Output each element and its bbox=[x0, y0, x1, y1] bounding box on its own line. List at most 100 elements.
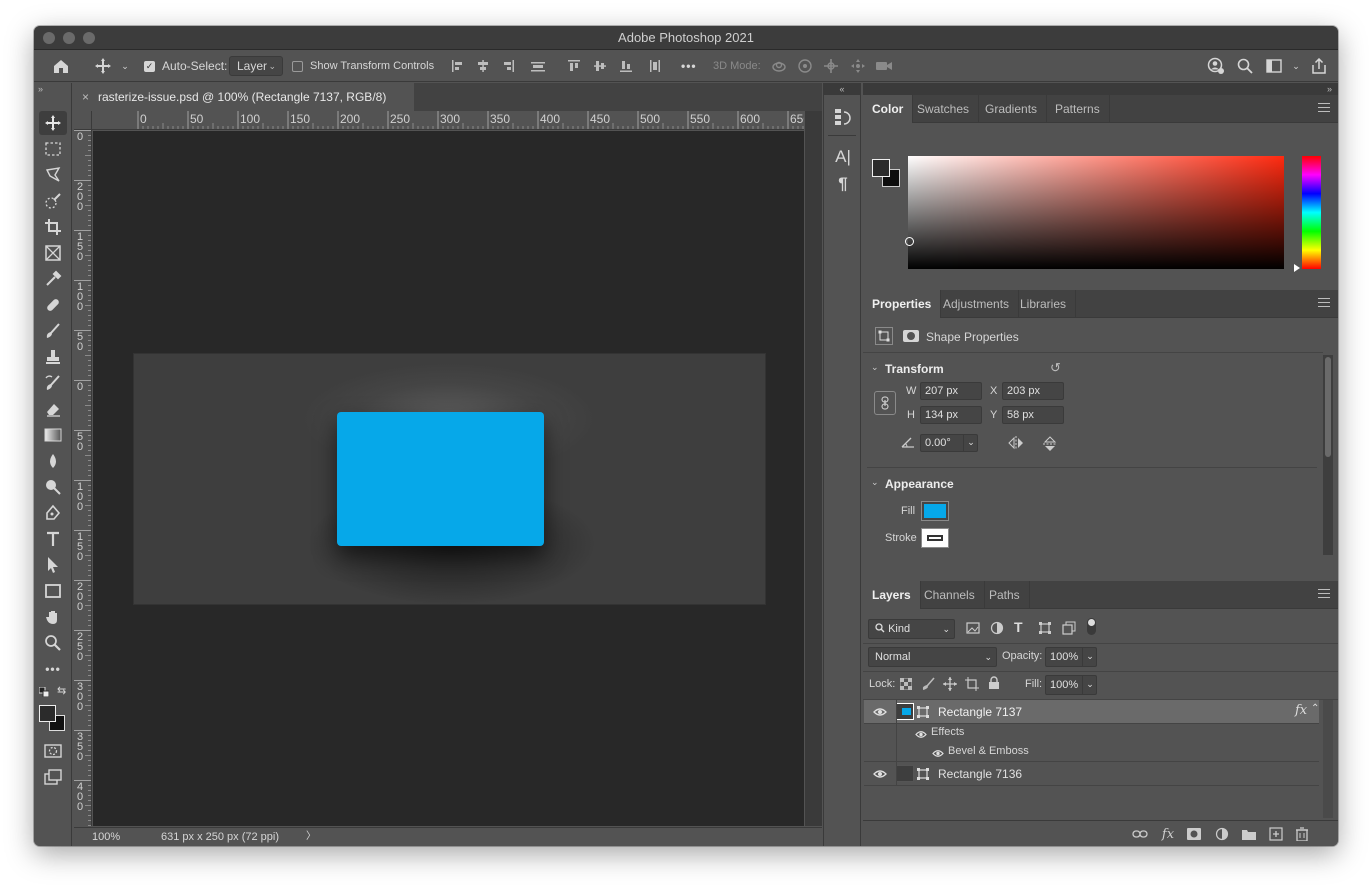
blur-tool-icon[interactable] bbox=[39, 449, 67, 473]
new-layer-icon[interactable] bbox=[1267, 825, 1285, 843]
close-document-icon[interactable]: × bbox=[82, 83, 89, 111]
show-transform-checkbox[interactable] bbox=[292, 60, 303, 72]
foreground-color-swatch[interactable] bbox=[39, 705, 56, 722]
effects-row[interactable]: Effects bbox=[864, 724, 1319, 743]
y-position-field[interactable]: 58 px bbox=[1002, 406, 1064, 424]
artboard[interactable] bbox=[134, 354, 765, 604]
paragraph-panel-icon[interactable]: ¶ bbox=[833, 174, 853, 194]
layer-fill-field[interactable]: 100% ⌄ bbox=[1045, 675, 1097, 695]
filter-type-icon[interactable]: T bbox=[1014, 619, 1023, 635]
zoom-level[interactable]: 100% bbox=[92, 828, 120, 846]
horizontal-ruler[interactable]: 0 50 100 150 200 250 300 350 400 450 500 550 600 650 bbox=[92, 111, 804, 130]
tab-gradients[interactable]: Gradients bbox=[976, 95, 1048, 123]
layer-name[interactable]: Rectangle 7136 bbox=[938, 767, 1022, 781]
flip-vertical-icon[interactable] bbox=[1043, 436, 1057, 455]
opacity-field[interactable]: 100% ⌄ bbox=[1045, 647, 1097, 667]
auto-select-checkbox[interactable]: ✓ bbox=[144, 60, 155, 72]
visibility-eye-icon[interactable] bbox=[873, 705, 887, 719]
mask-properties-icon[interactable] bbox=[903, 330, 919, 342]
path-selection-tool-icon[interactable] bbox=[39, 553, 67, 577]
frame-tool-icon[interactable] bbox=[39, 241, 67, 265]
brush-tool-icon[interactable] bbox=[39, 319, 67, 343]
layer-effects-fx-icon[interactable]: fx bbox=[1295, 703, 1307, 718]
layer-thumbnail[interactable] bbox=[896, 703, 914, 720]
workspace-icon[interactable] bbox=[1265, 57, 1283, 75]
layer-row-rectangle-7136[interactable]: Rectangle 7136 bbox=[864, 762, 1319, 786]
align-middle-icon[interactable] bbox=[591, 57, 609, 75]
color-field[interactable] bbox=[905, 156, 1284, 269]
history-panel-icon[interactable] bbox=[833, 107, 853, 127]
filter-pixel-icon[interactable] bbox=[966, 621, 980, 638]
tab-swatches[interactable]: Swatches bbox=[908, 95, 980, 123]
ruler-origin[interactable] bbox=[74, 111, 92, 130]
healing-brush-tool-icon[interactable] bbox=[39, 293, 67, 317]
layer-name[interactable]: Rectangle 7137 bbox=[938, 705, 1022, 719]
zoom-window-button[interactable] bbox=[83, 32, 95, 44]
stroke-swatch-button[interactable] bbox=[921, 528, 949, 548]
tab-color[interactable]: Color bbox=[863, 95, 914, 123]
layers-panel-menu-icon[interactable] bbox=[1318, 589, 1330, 601]
tool-preset-chevron-icon[interactable]: ⌄ bbox=[116, 57, 134, 75]
color-panel-swatches[interactable] bbox=[872, 159, 902, 189]
new-adjustment-layer-icon[interactable] bbox=[1213, 825, 1231, 843]
align-right-icon[interactable] bbox=[499, 57, 517, 75]
transform-header[interactable]: Transform bbox=[885, 362, 944, 376]
collapse-dock-icon[interactable]: « bbox=[824, 83, 860, 95]
more-options-button[interactable]: ••• bbox=[681, 50, 697, 82]
filter-adjustment-icon[interactable] bbox=[990, 621, 1004, 638]
color-picker-ring[interactable] bbox=[905, 237, 914, 246]
lasso-tool-icon[interactable] bbox=[39, 163, 67, 187]
layer-row-rectangle-7137[interactable]: Rectangle 7137 fx ⌃ bbox=[864, 700, 1319, 724]
search-icon[interactable] bbox=[1236, 57, 1254, 75]
pen-tool-icon[interactable] bbox=[39, 501, 67, 525]
height-field[interactable]: 134 px bbox=[920, 406, 982, 424]
effects-eye-icon[interactable] bbox=[915, 728, 927, 742]
clone-stamp-tool-icon[interactable] bbox=[39, 345, 67, 369]
color-swatches[interactable] bbox=[39, 705, 67, 733]
tab-layers[interactable]: Layers bbox=[863, 581, 921, 609]
shape-properties-icon[interactable] bbox=[875, 327, 893, 345]
swap-colors-icon[interactable]: ⇆ bbox=[57, 684, 66, 697]
add-layer-style-icon[interactable]: fx bbox=[1159, 825, 1177, 843]
appearance-chevron-icon[interactable]: ⌄ bbox=[871, 477, 879, 488]
align-left-icon[interactable] bbox=[449, 57, 467, 75]
filter-smart-object-icon[interactable] bbox=[1062, 621, 1076, 638]
character-panel-icon[interactable]: A| bbox=[833, 147, 853, 167]
properties-panel-menu-icon[interactable] bbox=[1318, 298, 1330, 310]
collapse-effects-chevron-icon[interactable]: ⌃ bbox=[1311, 703, 1319, 714]
align-bottom-icon[interactable] bbox=[617, 57, 635, 75]
add-mask-icon[interactable] bbox=[1185, 825, 1203, 843]
vertical-scrollbar[interactable] bbox=[805, 111, 822, 826]
properties-scrollbar[interactable] bbox=[1323, 355, 1333, 555]
marquee-tool-icon[interactable] bbox=[39, 137, 67, 161]
filter-shape-icon[interactable] bbox=[1038, 621, 1052, 638]
transform-chevron-icon[interactable]: ⌄ bbox=[871, 362, 879, 373]
edit-toolbar-icon[interactable]: ••• bbox=[39, 657, 67, 681]
layer-thumbnail[interactable] bbox=[896, 765, 914, 782]
fill-swatch-button[interactable] bbox=[921, 501, 949, 521]
3d-orbit-icon[interactable] bbox=[770, 57, 788, 75]
eyedropper-tool-icon[interactable] bbox=[39, 267, 67, 291]
eraser-tool-icon[interactable] bbox=[39, 397, 67, 421]
angle-dropdown-chevron-icon[interactable]: ⌄ bbox=[963, 434, 978, 452]
bevel-emboss-eye-icon[interactable] bbox=[932, 747, 944, 761]
fg-color-swatch[interactable] bbox=[872, 159, 890, 177]
quick-mask-icon[interactable] bbox=[39, 739, 67, 763]
new-group-icon[interactable] bbox=[1240, 825, 1258, 843]
lock-pixels-icon[interactable] bbox=[921, 677, 935, 694]
dodge-tool-icon[interactable] bbox=[39, 475, 67, 499]
3d-pan-icon[interactable] bbox=[822, 57, 840, 75]
quick-selection-tool-icon[interactable] bbox=[39, 189, 67, 213]
lock-artboard-icon[interactable] bbox=[965, 677, 979, 694]
minimize-window-button[interactable] bbox=[63, 32, 75, 44]
tab-patterns[interactable]: Patterns bbox=[1046, 95, 1110, 123]
document-tab[interactable]: × rasterize-issue.psd @ 100% (Rectangle … bbox=[74, 83, 414, 111]
rectangle-7137-shape[interactable] bbox=[337, 412, 544, 546]
3d-slide-icon[interactable] bbox=[849, 57, 867, 75]
zoom-tool-icon[interactable] bbox=[39, 631, 67, 655]
hue-slider-handle[interactable] bbox=[1294, 264, 1300, 272]
delete-layer-icon[interactable] bbox=[1293, 825, 1311, 843]
history-brush-tool-icon[interactable] bbox=[39, 371, 67, 395]
3d-camera-icon[interactable] bbox=[875, 57, 893, 75]
document-info[interactable]: 631 px x 250 px (72 ppi) bbox=[161, 828, 279, 846]
